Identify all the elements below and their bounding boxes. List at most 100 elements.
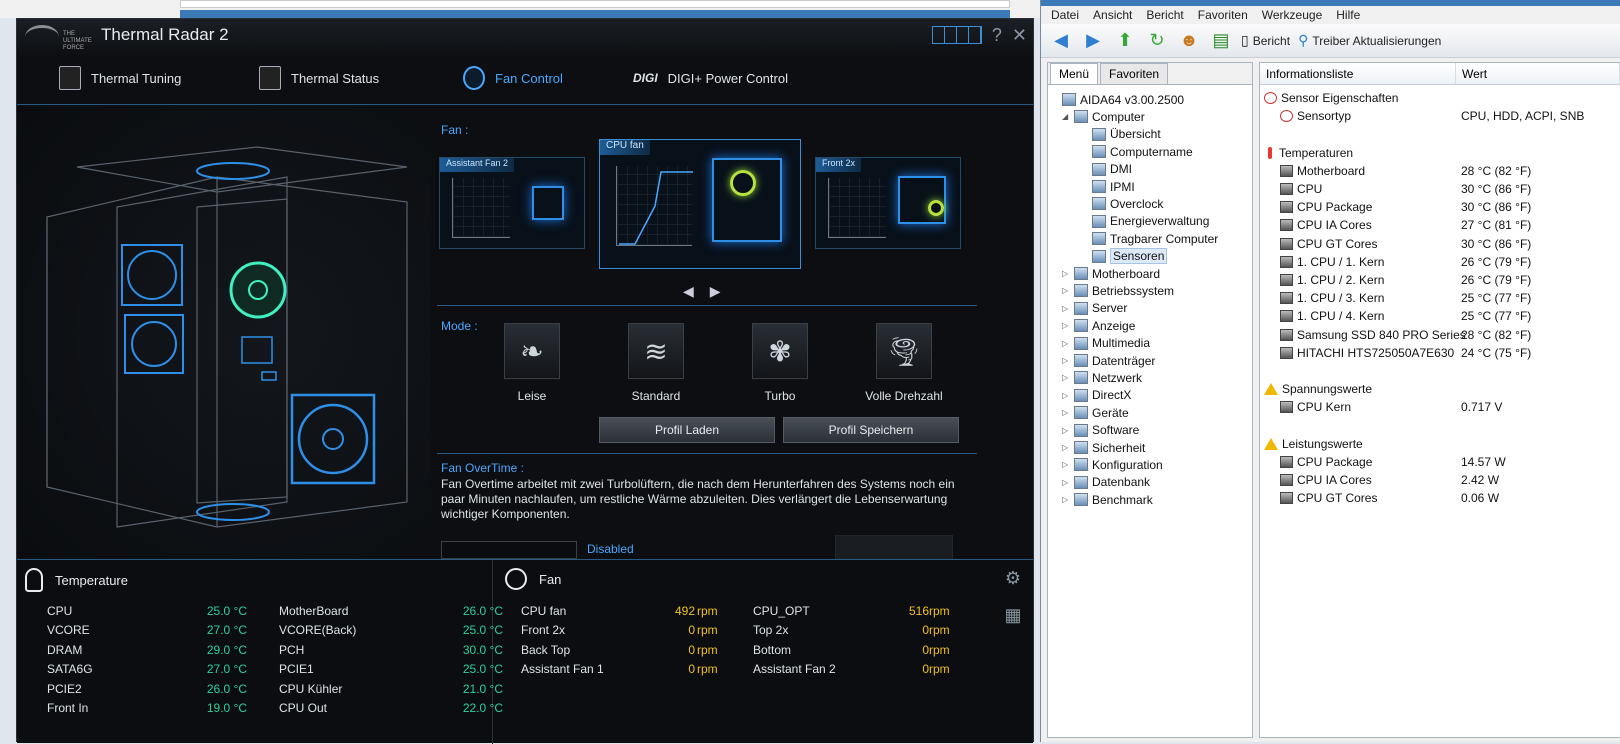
users-icon[interactable]: ☻ xyxy=(1177,30,1201,52)
list-row[interactable]: Spannungswerte xyxy=(1264,380,1614,398)
list-row[interactable]: CPU GT Cores 0.06 W xyxy=(1280,489,1614,507)
list-row[interactable]: CPU GT Cores 30 °C (86 °F) xyxy=(1280,235,1614,253)
expand-toggle-icon[interactable]: ▷ xyxy=(1062,339,1070,348)
layout-toggle-icon[interactable] xyxy=(931,26,982,44)
tree-node-icon xyxy=(1074,354,1088,367)
expand-toggle-icon[interactable]: ▷ xyxy=(1062,478,1070,487)
close-button[interactable]: ✕ xyxy=(1012,25,1027,46)
expand-toggle-icon[interactable]: ▷ xyxy=(1062,269,1070,278)
refresh-icon[interactable]: ↻ xyxy=(1145,30,1169,52)
mode-turbo[interactable]: ✾ Turbo xyxy=(725,323,835,403)
list-row[interactable]: CPU Package 14.57 W xyxy=(1280,453,1614,471)
expand-toggle-icon[interactable]: ▷ xyxy=(1062,286,1070,295)
list-row[interactable]: CPU Package 30 °C (86 °F) xyxy=(1280,198,1614,216)
tree-item[interactable]: Übersicht xyxy=(1080,126,1161,143)
expand-toggle-icon[interactable]: ▷ xyxy=(1062,495,1070,504)
tree-item[interactable]: ▷ Benchmark xyxy=(1062,491,1153,508)
tree-item[interactable]: ◢ Computer xyxy=(1062,108,1145,125)
forward-arrow-icon[interactable]: ▶ xyxy=(1081,30,1105,52)
list-row[interactable]: 1. CPU / 2. Kern 26 °C (79 °F) xyxy=(1280,271,1614,289)
menu-ansicht[interactable]: Ansicht xyxy=(1093,8,1132,22)
save-profile-button[interactable]: Profil Speichern xyxy=(783,417,959,443)
tree-item[interactable]: ▷ Datenbank xyxy=(1062,474,1150,491)
tree-item[interactable]: ▷ Multimedia xyxy=(1062,335,1150,352)
expand-toggle-icon[interactable]: ◢ xyxy=(1062,112,1070,121)
list-row[interactable]: 1. CPU / 1. Kern 26 °C (79 °F) xyxy=(1280,253,1614,271)
driver-updates-button[interactable]: ⚲ Treiber Aktualisierungen xyxy=(1298,32,1441,49)
expand-toggle-icon[interactable]: ▷ xyxy=(1062,408,1070,417)
fan-card-cpu-fan[interactable]: CPU fan xyxy=(599,139,801,269)
tab-favorites[interactable]: Favoriten xyxy=(1100,63,1169,84)
expand-toggle-icon[interactable]: ▷ xyxy=(1062,356,1070,365)
menu-datei[interactable]: Datei xyxy=(1051,8,1079,22)
tree-item[interactable]: DMI xyxy=(1080,161,1132,178)
list-row[interactable]: CPU 30 °C (86 °F) xyxy=(1280,180,1614,198)
tree-item[interactable]: ▷ Konfiguration xyxy=(1062,456,1163,473)
menu-favoriten[interactable]: Favoriten xyxy=(1198,8,1248,22)
menu-hilfe[interactable]: Hilfe xyxy=(1336,8,1360,22)
tree-item[interactable]: ▷ Software xyxy=(1062,422,1139,439)
menu-werkzeuge[interactable]: Werkzeuge xyxy=(1262,8,1322,22)
help-button[interactable]: ? xyxy=(992,25,1002,46)
list-row[interactable]: CPU IA Cores 2.42 W xyxy=(1280,471,1614,489)
up-arrow-icon[interactable]: ⬆ xyxy=(1113,30,1137,52)
tree-item[interactable]: ▷ Server xyxy=(1062,300,1127,317)
tree-item[interactable]: Computername xyxy=(1080,143,1193,160)
monitor-graph-icon[interactable]: ▤ xyxy=(1209,30,1233,52)
expand-toggle-icon[interactable]: ▷ xyxy=(1062,426,1070,435)
list-row[interactable]: Sensortyp CPU, HDD, ACPI, SNB xyxy=(1280,107,1614,125)
expand-toggle-icon[interactable]: ▷ xyxy=(1062,321,1070,330)
expand-toggle-icon[interactable]: ▷ xyxy=(1062,304,1070,313)
grid-view-icon[interactable]: ▦ xyxy=(1004,605,1021,626)
tree-item[interactable]: IPMI xyxy=(1080,178,1135,195)
fan-card-assistant-fan-2[interactable]: Assistant Fan 2 xyxy=(439,157,585,249)
tree-item[interactable]: Overclock xyxy=(1080,195,1163,212)
menu-bericht[interactable]: Bericht xyxy=(1146,8,1183,22)
list-row-value: 30 °C (86 °F) xyxy=(1461,236,1532,251)
expand-toggle-icon[interactable]: ▷ xyxy=(1062,373,1070,382)
tree-item[interactable]: Tragbarer Computer xyxy=(1080,230,1218,247)
list-row[interactable]: Motherboard 28 °C (82 °F) xyxy=(1280,162,1614,180)
tree-item[interactable]: ▷ Betriebssystem xyxy=(1062,282,1174,299)
load-profile-button[interactable]: Profil Laden xyxy=(599,417,775,443)
tree-item[interactable]: ▷ Motherboard xyxy=(1062,265,1160,282)
tree-item[interactable]: ▷ Sicherheit xyxy=(1062,439,1145,456)
tab-digi-power-control[interactable]: DIGI DIGI+ Power Control xyxy=(633,63,788,93)
expand-toggle-icon[interactable]: ▷ xyxy=(1062,460,1070,469)
report-button[interactable]: ▯ Bericht xyxy=(1241,32,1290,49)
tree-item[interactable]: Energieverwaltung xyxy=(1080,213,1209,230)
list-row[interactable]: CPU IA Cores 27 °C (81 °F) xyxy=(1280,216,1614,234)
tab-thermal-tuning[interactable]: Thermal Tuning xyxy=(59,63,181,93)
list-row[interactable]: Sensor Eigenschaften xyxy=(1264,89,1614,107)
list-row[interactable]: Leistungswerte xyxy=(1264,435,1614,453)
tab-thermal-status[interactable]: Thermal Status xyxy=(259,63,379,93)
tree-item[interactable]: AIDA64 v3.00.2500 xyxy=(1050,91,1184,108)
back-arrow-icon[interactable]: ◀ xyxy=(1049,30,1073,52)
settings-gear-icon[interactable]: ⚙ xyxy=(1005,568,1021,589)
list-row[interactable]: Temperaturen xyxy=(1264,144,1614,162)
list-row[interactable]: Samsung SSD 840 PRO Series 28 °C (82 °F) xyxy=(1280,326,1614,344)
tree-item[interactable]: ▷ Anzeige xyxy=(1062,317,1135,334)
list-row[interactable]: 1. CPU / 4. Kern 25 °C (77 °F) xyxy=(1280,307,1614,325)
list-row[interactable]: HITACHI HTS725050A7E630 24 °C (75 °F) xyxy=(1280,344,1614,362)
list-row[interactable]: 1. CPU / 3. Kern 25 °C (77 °F) xyxy=(1280,289,1614,307)
column-header-info[interactable]: Informationsliste xyxy=(1260,63,1456,84)
tree-item[interactable]: ▷ DirectX xyxy=(1062,387,1131,404)
expand-toggle-icon[interactable]: ▷ xyxy=(1062,391,1070,400)
tab-menu[interactable]: Menü xyxy=(1050,63,1099,84)
tree-item[interactable]: Sensoren xyxy=(1080,248,1168,265)
tab-fan-control[interactable]: Fan Control xyxy=(463,63,563,93)
next-fan-arrow-icon[interactable]: ▶ xyxy=(710,283,721,300)
tree-item[interactable]: ▷ Datenträger xyxy=(1062,352,1155,369)
fan-card-front-2x[interactable]: Front 2x xyxy=(815,157,961,249)
column-header-value[interactable]: Wert xyxy=(1456,63,1620,84)
previous-fan-arrow-icon[interactable]: ◀ xyxy=(683,283,694,300)
list-row[interactable]: CPU Kern 0.717 V xyxy=(1280,398,1614,416)
fan-overtime-toggle[interactable] xyxy=(441,541,577,559)
tree-item[interactable]: ▷ Geräte xyxy=(1062,404,1129,421)
expand-toggle-icon[interactable]: ▷ xyxy=(1062,443,1070,452)
mode-standard[interactable]: ≋ Standard xyxy=(601,323,711,403)
mode-leise[interactable]: ❧ Leise xyxy=(477,323,587,403)
tree-item[interactable]: ▷ Netzwerk xyxy=(1062,369,1142,386)
mode-volle-drehzahl[interactable]: 🌪 Volle Drehzahl xyxy=(849,323,959,403)
